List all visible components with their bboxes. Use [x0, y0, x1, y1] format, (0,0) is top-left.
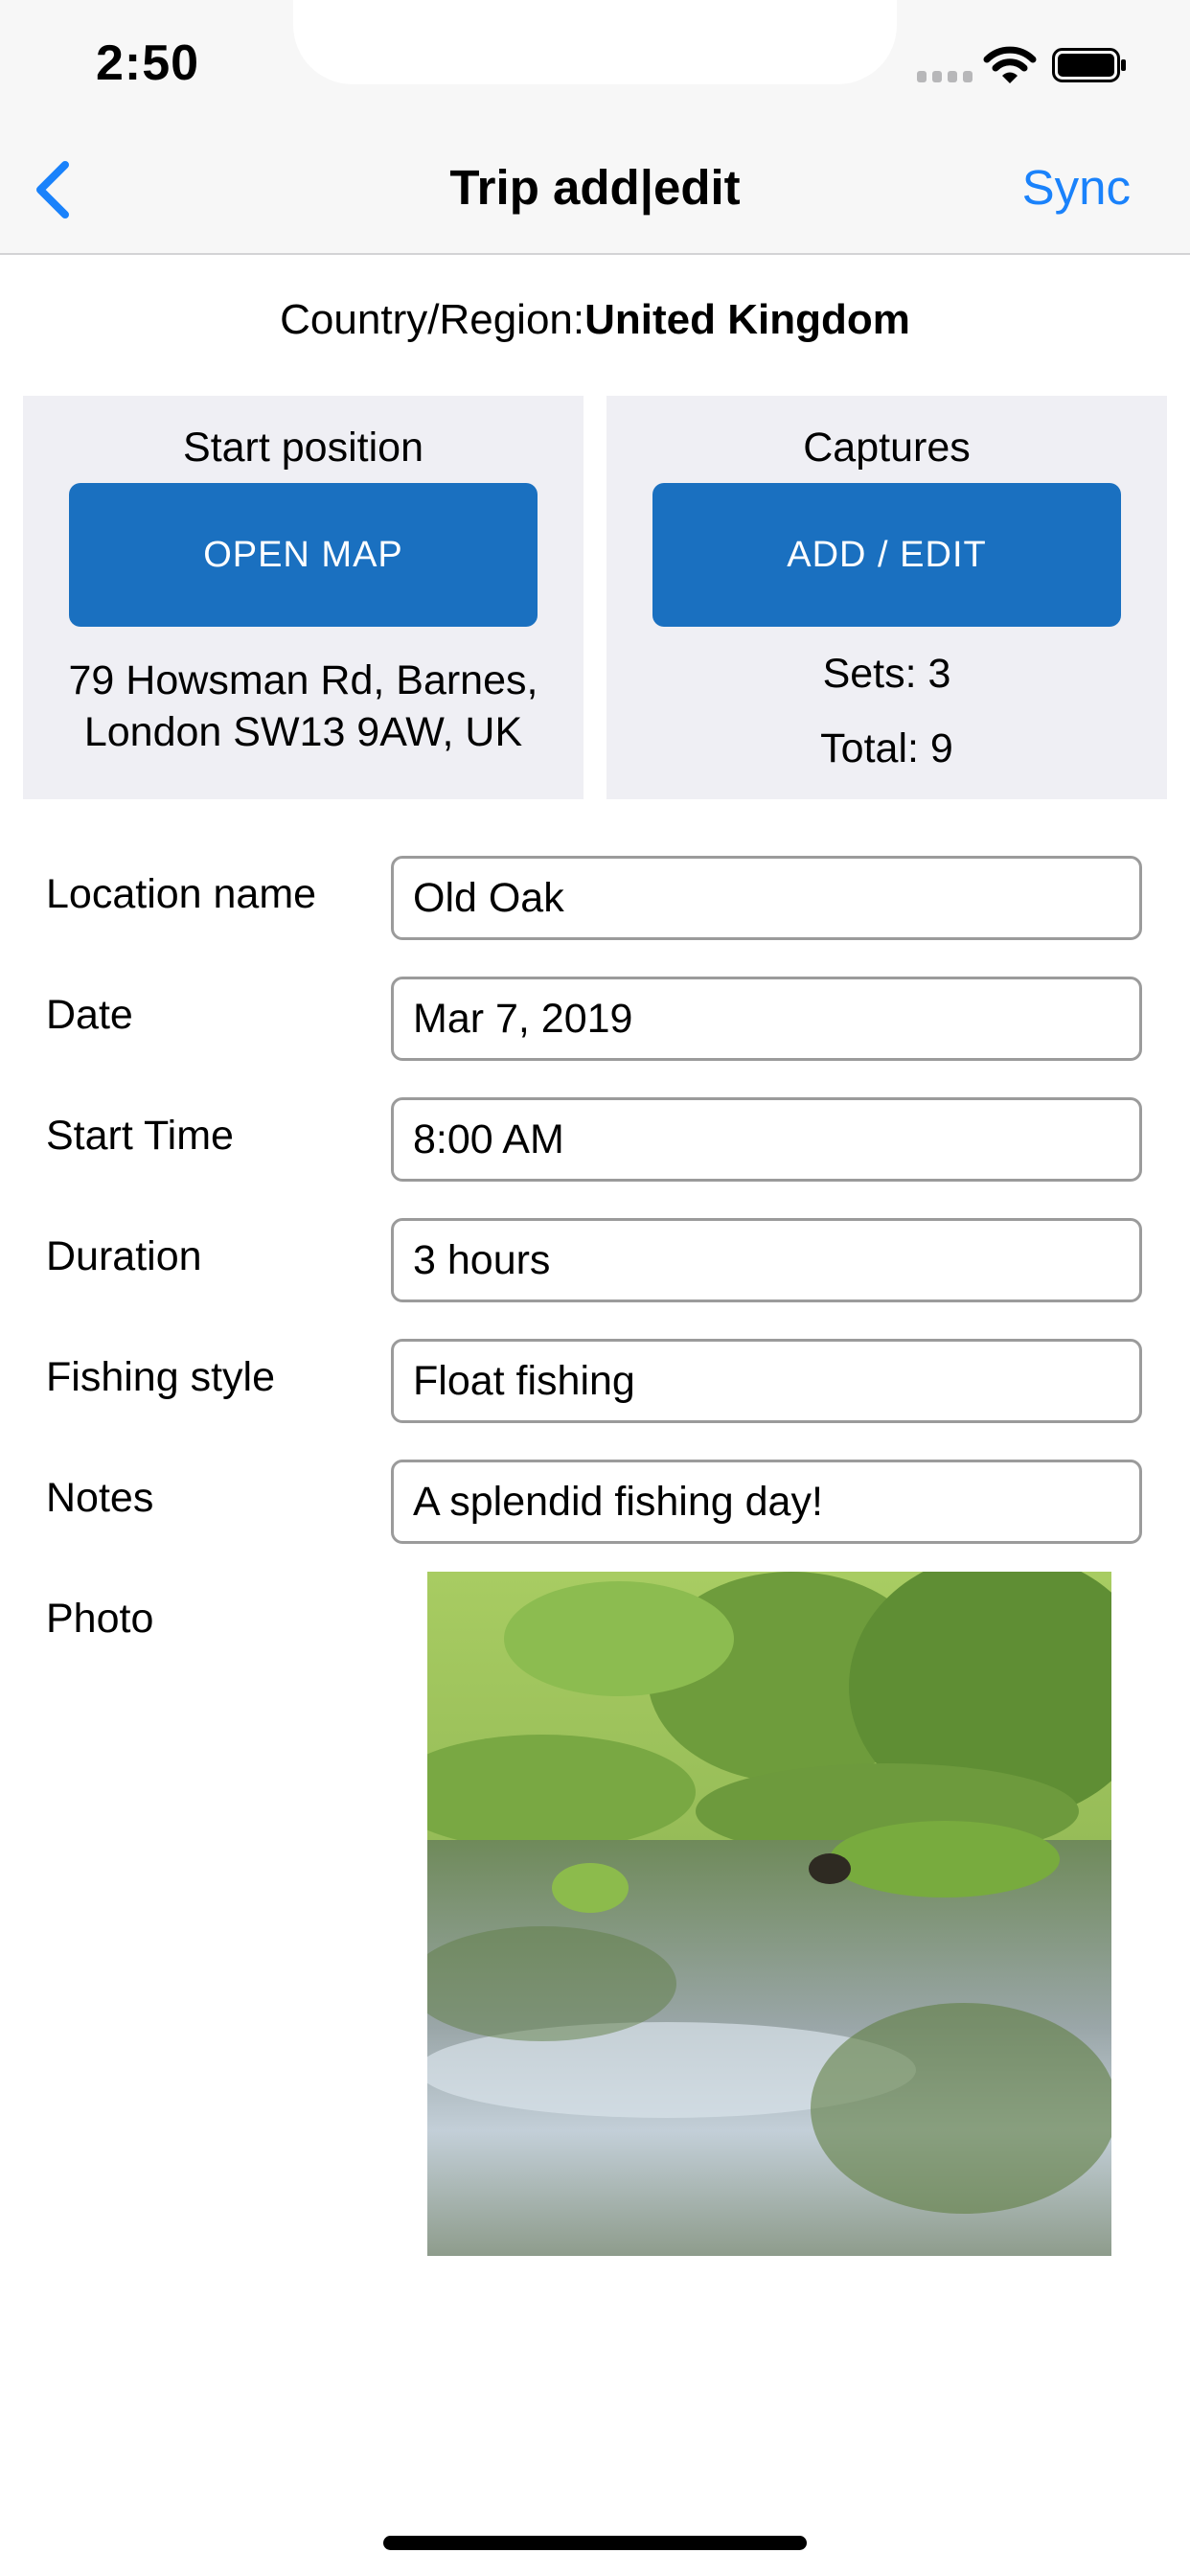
open-map-button[interactable]: OPEN MAP [69, 483, 538, 627]
total-label: Total: [820, 725, 919, 771]
add-edit-captures-button[interactable]: ADD / EDIT [652, 483, 1121, 627]
start-time-input[interactable] [391, 1097, 1142, 1182]
notes-label: Notes [46, 1475, 154, 1521]
sets-label: Sets: [822, 651, 917, 697]
sets-value: 3 [927, 651, 951, 697]
total-count: Total: 9 [606, 725, 1167, 772]
location-name-label: Location name [46, 871, 317, 917]
navigation-bar: 2:50 Trip add|edit Sync [0, 0, 1190, 255]
total-value: 9 [929, 725, 953, 771]
start-position-panel: Start position OPEN MAP 79 Howsman Rd, B… [23, 396, 584, 799]
chevron-left-icon [36, 161, 69, 218]
captures-panel: Captures ADD / EDIT Sets: 3 Total: 9 [606, 396, 1167, 799]
home-indicator [383, 2536, 807, 2550]
sets-count: Sets: 3 [606, 651, 1167, 698]
duration-label: Duration [46, 1233, 202, 1279]
fishing-style-input[interactable] [391, 1339, 1142, 1423]
trip-photo[interactable] [427, 1572, 1111, 2256]
country-region-line: Country/Region:United Kingdom [0, 296, 1190, 344]
location-name-input[interactable] [391, 856, 1142, 940]
date-label: Date [46, 992, 133, 1038]
sync-button[interactable]: Sync [1022, 159, 1131, 216]
country-region-value: United Kingdom [584, 296, 910, 343]
address-line-2: London SW13 9AW, UK [83, 709, 523, 755]
device-notch [293, 0, 897, 84]
address-line-1: 79 Howsman Rd, Barnes, [68, 657, 538, 703]
fishing-style-label: Fishing style [46, 1354, 275, 1400]
signal-icon [917, 71, 973, 82]
start-time-label: Start Time [46, 1113, 234, 1159]
country-region-label: Country/Region: [280, 296, 585, 343]
duration-input[interactable] [391, 1218, 1142, 1302]
wifi-icon [983, 46, 1037, 83]
date-input[interactable] [391, 977, 1142, 1061]
page-title: Trip add|edit [449, 160, 741, 215]
photo-label: Photo [46, 1596, 154, 1642]
status-time: 2:50 [96, 35, 200, 91]
start-address: 79 Howsman Rd, Barnes, London SW13 9AW, … [23, 655, 584, 758]
captures-title: Captures [803, 425, 971, 471]
battery-icon [1052, 48, 1126, 82]
back-button[interactable] [19, 151, 96, 228]
notes-input[interactable] [391, 1460, 1142, 1544]
start-position-title: Start position [183, 425, 423, 471]
